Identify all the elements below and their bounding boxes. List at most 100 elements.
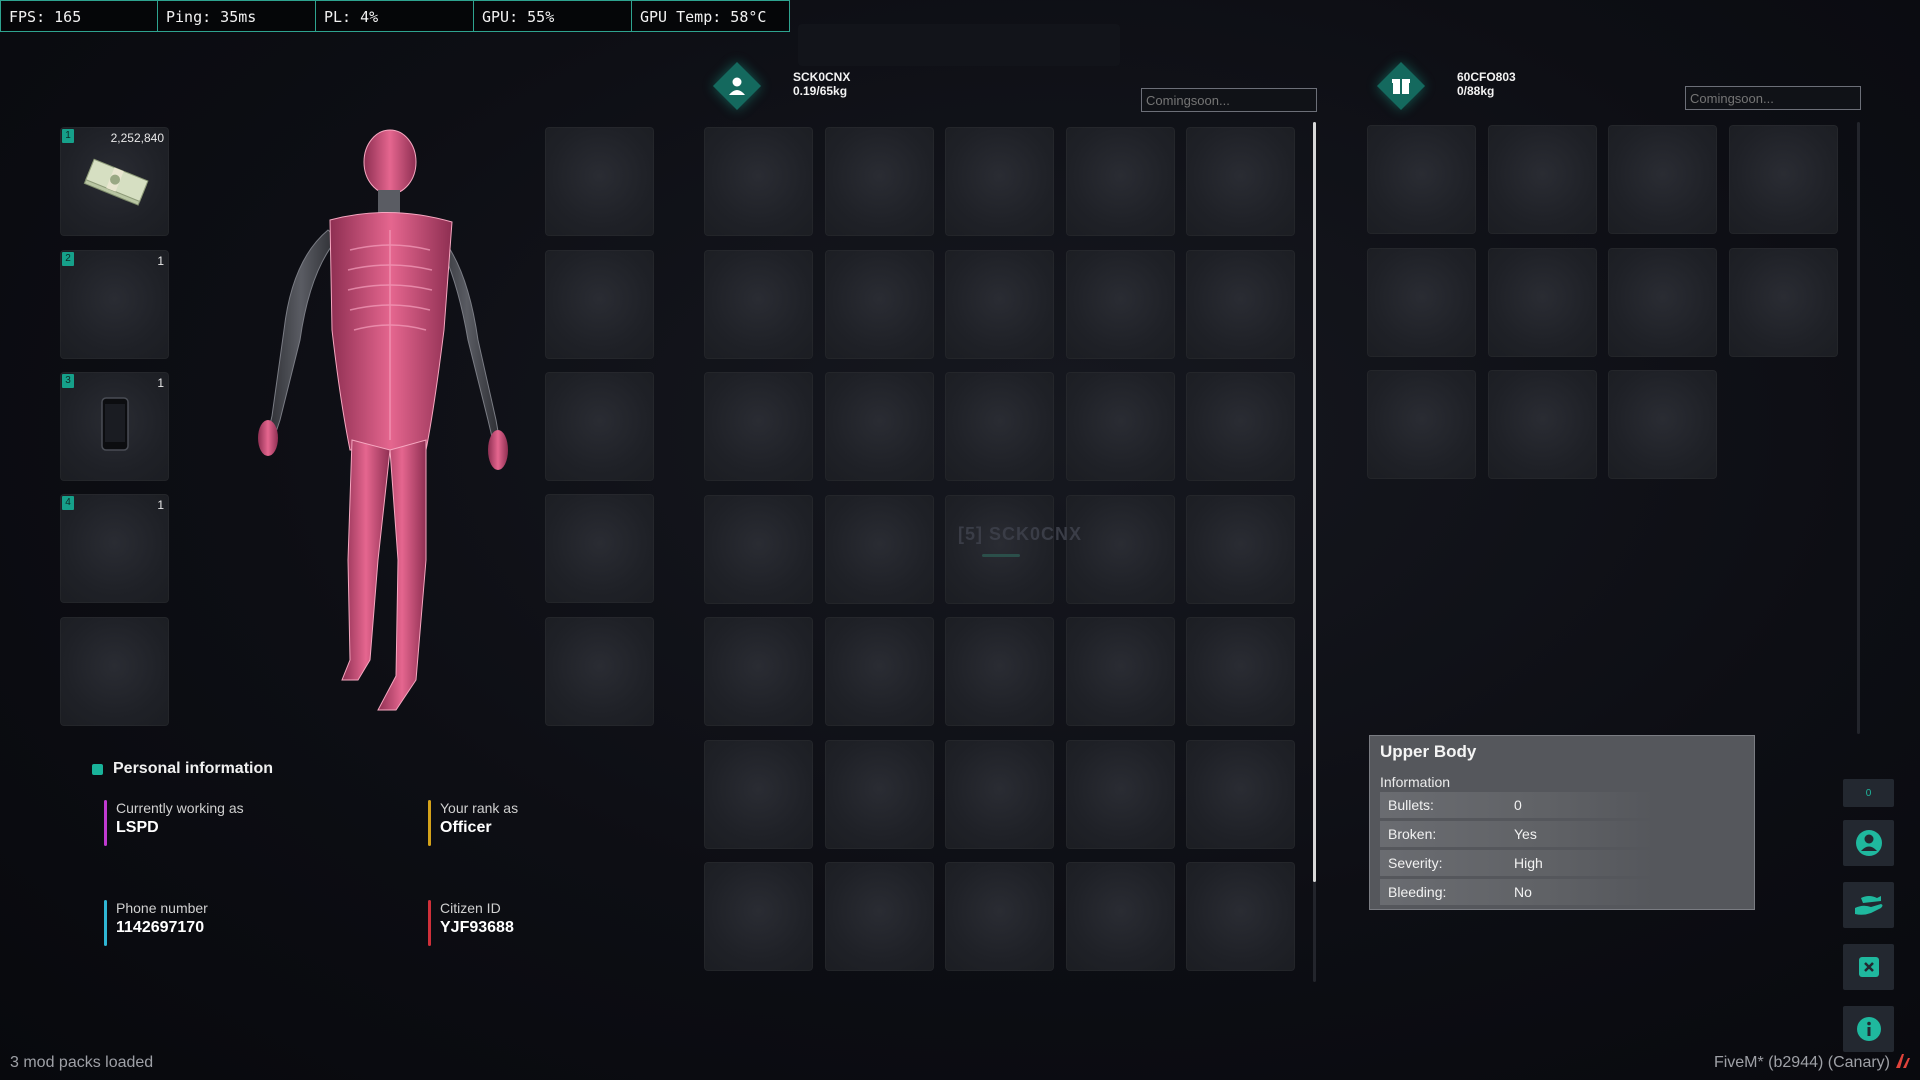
player-inventory-slot[interactable] [824, 494, 934, 604]
player-inventory-slot[interactable] [945, 862, 1054, 971]
player-inventory-slot[interactable] [1065, 249, 1175, 359]
item-count: 1 [157, 376, 164, 390]
secondary-inventory-slot[interactable] [1367, 247, 1476, 357]
phone-value: 1142697170 [116, 919, 205, 936]
player-inventory-slot[interactable] [824, 372, 934, 481]
equipment-slot-1[interactable] [545, 127, 654, 236]
player-inventory-slot[interactable] [945, 372, 1054, 481]
player-inventory-slot[interactable] [1065, 372, 1175, 481]
packet-loss-readout: PL: 4% [316, 0, 474, 32]
player-inventory-slot[interactable] [824, 127, 934, 236]
info-icon [1856, 1017, 1881, 1041]
close-button[interactable] [1843, 944, 1894, 990]
hotbar-slot-1[interactable]: 1 2,252,840 [60, 127, 169, 236]
hotbar-slot-3[interactable]: 3 1 [60, 372, 169, 481]
player-inventory-slot[interactable] [1186, 127, 1295, 236]
cash-stack-icon [83, 158, 149, 206]
hand-give-icon [1854, 896, 1882, 915]
secondary-inventory-search-input[interactable] [1685, 86, 1861, 110]
gpu-readout: GPU: 55% [474, 0, 632, 32]
tooltip-row-severity: Severity: High [1380, 850, 1744, 876]
phone-info: Phone number 1142697170 [104, 900, 208, 946]
equipment-slot-5[interactable] [545, 617, 654, 726]
secondary-inventory-slot[interactable] [1367, 370, 1476, 479]
tooltip-row-broken: Broken: Yes [1380, 821, 1744, 847]
player-inventory-slot[interactable] [945, 617, 1054, 726]
secondary-inventory-slot[interactable] [1608, 370, 1717, 479]
amount-counter-button[interactable]: 0 [1843, 779, 1894, 807]
player-inventory-slot[interactable] [1186, 862, 1295, 971]
player-inventory-slot[interactable] [704, 249, 813, 359]
player-inventory-info: SCK0CNX 0.19/65kg [793, 70, 850, 98]
player-inventory-slot[interactable] [1065, 494, 1175, 604]
amount-counter: 0 [1865, 787, 1872, 799]
secondary-inventory-slot[interactable] [1487, 125, 1597, 234]
player-inventory-slot[interactable] [704, 494, 813, 604]
player-inventory-slot[interactable] [824, 249, 934, 359]
secondary-inventory-id: 60CFO803 [1457, 70, 1516, 84]
user-circle-icon [1855, 830, 1882, 856]
slot-number: 3 [62, 374, 74, 388]
player-inventory-slot[interactable] [1186, 372, 1295, 481]
player-inventory-badge [712, 61, 762, 111]
body-part-tooltip: Upper Body Information Bullets: 0 Broken… [1369, 735, 1755, 910]
player-inventory-id: SCK0CNX [793, 70, 851, 84]
tooltip-key: Bullets: [1388, 797, 1434, 813]
player-inventory-slot[interactable] [945, 494, 1054, 604]
secondary-inventory-slot[interactable] [1728, 125, 1838, 234]
section-marker-icon [92, 763, 103, 775]
slot-number: 1 [62, 129, 74, 143]
personal-info-title: Personal information [92, 760, 273, 778]
player-inventory-slot[interactable] [1186, 494, 1295, 604]
secondary-inventory-slot[interactable] [1487, 370, 1597, 479]
gpu-temp-readout: GPU Temp: 58°C [632, 0, 790, 32]
player-inventory-slot[interactable] [704, 372, 813, 481]
item-count: 1 [157, 498, 164, 512]
give-item-button[interactable] [1843, 882, 1894, 928]
player-inventory-slot[interactable] [945, 739, 1054, 849]
drag-label: [5] SCK0CNX [958, 524, 1083, 544]
hotbar-slot-2[interactable]: 2 1 [60, 250, 169, 359]
hotbar-slot-4[interactable]: 4 1 [60, 494, 169, 603]
player-inventory-slot[interactable] [1065, 862, 1175, 971]
secondary-inventory-slot[interactable] [1367, 125, 1476, 234]
player-inventory-slot[interactable] [1186, 249, 1295, 359]
info-button[interactable] [1843, 1006, 1894, 1052]
player-inventory-slot[interactable] [1186, 617, 1295, 726]
player-scrollbar[interactable] [1313, 122, 1316, 882]
player-inventory-slot[interactable] [824, 862, 934, 971]
item-count: 1 [157, 254, 164, 268]
close-icon [1858, 957, 1879, 977]
drag-underline [982, 554, 1020, 557]
equipment-slot-2[interactable] [545, 250, 654, 359]
secondary-inventory-slot[interactable] [1608, 125, 1717, 234]
player-inventory-slot[interactable] [824, 617, 934, 726]
player-inventory-slot[interactable] [1186, 739, 1295, 849]
secondary-inventory-slot[interactable] [1487, 247, 1597, 357]
player-inventory-slot[interactable] [704, 617, 813, 726]
phone-color-bar [104, 900, 107, 946]
player-inventory-slot[interactable] [945, 127, 1054, 236]
character-body-model[interactable] [220, 120, 520, 740]
box-icon [1392, 79, 1410, 94]
player-inventory-slot[interactable] [1065, 739, 1175, 849]
secondary-inventory-slot[interactable] [1728, 247, 1838, 357]
mod-packs-status: 3 mod packs loaded [10, 1054, 154, 1071]
citizen-info: Citizen ID YJF93688 [428, 900, 514, 946]
player-inventory-slot[interactable] [704, 739, 813, 849]
secondary-inventory-slot[interactable] [1608, 247, 1717, 357]
profile-button[interactable] [1843, 820, 1894, 866]
equipment-slot-4[interactable] [545, 494, 654, 603]
player-inventory-search-input[interactable] [1141, 88, 1317, 112]
tooltip-value: 0 [1514, 797, 1522, 813]
equipment-slot-3[interactable] [545, 372, 654, 481]
hotbar-slot-5[interactable] [60, 617, 169, 726]
player-inventory-slot[interactable] [824, 739, 934, 849]
citizen-label: Citizen ID [440, 900, 501, 916]
player-inventory-slot[interactable] [704, 862, 813, 971]
ping-readout: Ping: 35ms [158, 0, 316, 32]
player-inventory-slot[interactable] [704, 127, 813, 236]
player-inventory-slot[interactable] [1065, 617, 1175, 726]
player-inventory-slot[interactable] [945, 249, 1054, 359]
player-inventory-slot[interactable] [1065, 127, 1175, 236]
